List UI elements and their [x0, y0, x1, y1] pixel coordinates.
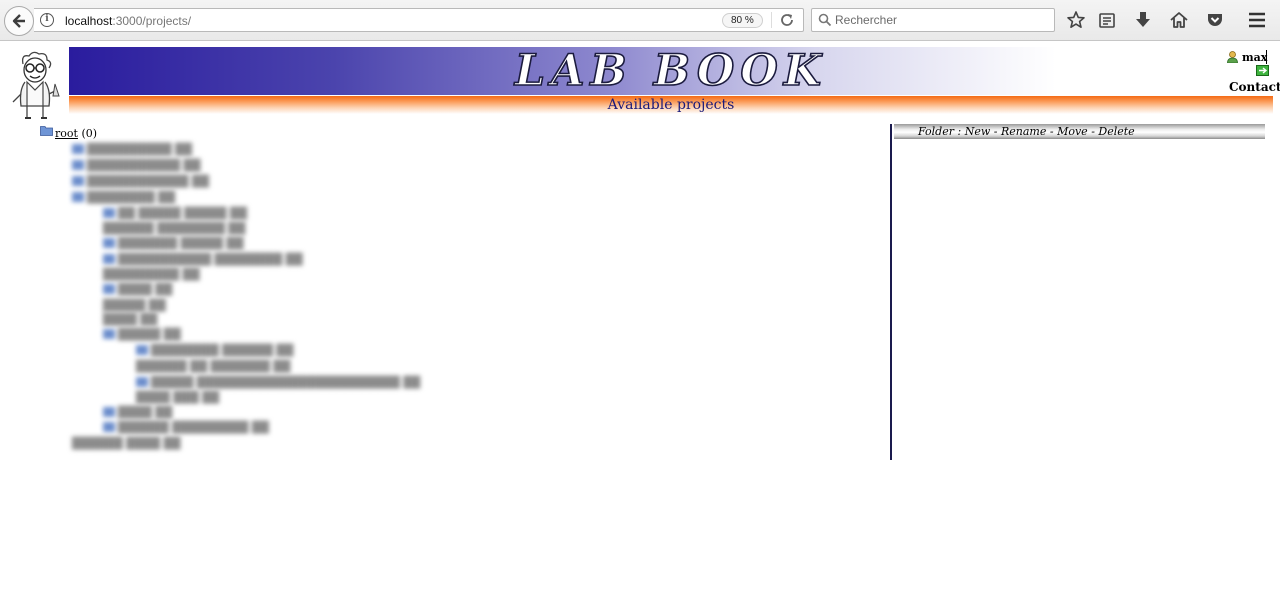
separator: - [993, 125, 998, 138]
url-bar[interactable]: i localhost:3000/projects/ 80 % [34, 8, 804, 32]
tree-node: ██████ ██ ███████ ██ [136, 360, 291, 373]
back-button[interactable] [4, 6, 34, 36]
home-icon[interactable] [1169, 10, 1189, 30]
tree-node: ████ ███ ██ [136, 391, 220, 404]
search-icon [818, 13, 832, 27]
logout-icon[interactable] [1256, 65, 1269, 76]
reload-icon[interactable] [779, 12, 795, 28]
tree-node: ████ ██ [103, 283, 172, 296]
menu-icon[interactable] [1247, 10, 1267, 30]
banner-title: LAB BOOK [514, 46, 828, 96]
tree-node: ███████████ ████████ ██ [103, 253, 303, 266]
url-text[interactable]: localhost:3000/projects/ [65, 14, 191, 28]
search-bar[interactable] [811, 8, 1055, 32]
pocket-icon[interactable] [1205, 10, 1225, 30]
tree-node: █████ ████████████████████████ ██ [136, 376, 420, 389]
reading-list-icon[interactable] [1097, 10, 1117, 30]
folder-icon[interactable] [40, 125, 53, 136]
tree-node: ██████ ████ ██ [72, 437, 181, 450]
tree-node: ████████ ██████ ██ [136, 344, 293, 357]
tree-node: ███████ █████ ██ [103, 237, 243, 250]
separator: - [1049, 125, 1054, 138]
tree-node: ████████ ██ [72, 191, 175, 204]
tree-node: █████ ██ [103, 328, 181, 341]
tree-node: ██████ █████████ ██ [103, 421, 269, 434]
tree-node: ██████████ ██ [72, 143, 192, 156]
tree-node: ████████████ ██ [72, 175, 209, 188]
tree-node: ██████ ████████ ██ [103, 222, 246, 235]
browser-toolbar: i localhost:3000/projects/ 80 % [0, 0, 1280, 41]
folder-label: Folder : [918, 125, 962, 138]
subtitle-bar: Available projects [69, 96, 1273, 114]
username-link[interactable]: max [1242, 51, 1267, 64]
arrow-left-icon [12, 14, 25, 28]
zoom-indicator[interactable]: 80 % [722, 13, 763, 28]
folder-rename-link[interactable]: Rename [1001, 125, 1046, 138]
folder-delete-link[interactable]: Delete [1098, 125, 1134, 138]
contact-link[interactable]: Contact [1229, 80, 1280, 94]
tree-node: ████ ██ [103, 406, 172, 419]
tree-node: ████ ██ [103, 313, 158, 326]
panel-divider [890, 124, 892, 460]
tree-root-label[interactable]: root [55, 127, 78, 140]
scientist-mascot-logo [12, 51, 60, 119]
search-input[interactable] [835, 12, 1045, 28]
separator: - [1091, 125, 1095, 138]
info-icon[interactable]: i [40, 13, 54, 27]
url-divider [771, 12, 772, 28]
tree-node: █████████ ██ [103, 268, 200, 281]
download-icon[interactable] [1133, 10, 1153, 30]
folder-new-link[interactable]: New [965, 125, 991, 138]
folder-actions-bar: Folder : New - Rename - Move - Delete [894, 124, 1265, 139]
lab-book-banner: LAB BOOK [69, 46, 1273, 96]
tree-root-count: (0) [81, 127, 98, 140]
star-icon[interactable] [1066, 10, 1086, 30]
tree-root-node[interactable]: root (0) [55, 127, 97, 140]
user-divider [1266, 50, 1267, 64]
page-subtitle: Available projects [607, 97, 735, 113]
tree-node: ███████████ ██ [72, 159, 200, 172]
tree-node: ██ █████ █████ ██ [103, 207, 247, 220]
tree-node: █████ ██ [103, 299, 166, 312]
folder-move-link[interactable]: Move [1057, 125, 1088, 138]
user-icon [1227, 51, 1238, 63]
